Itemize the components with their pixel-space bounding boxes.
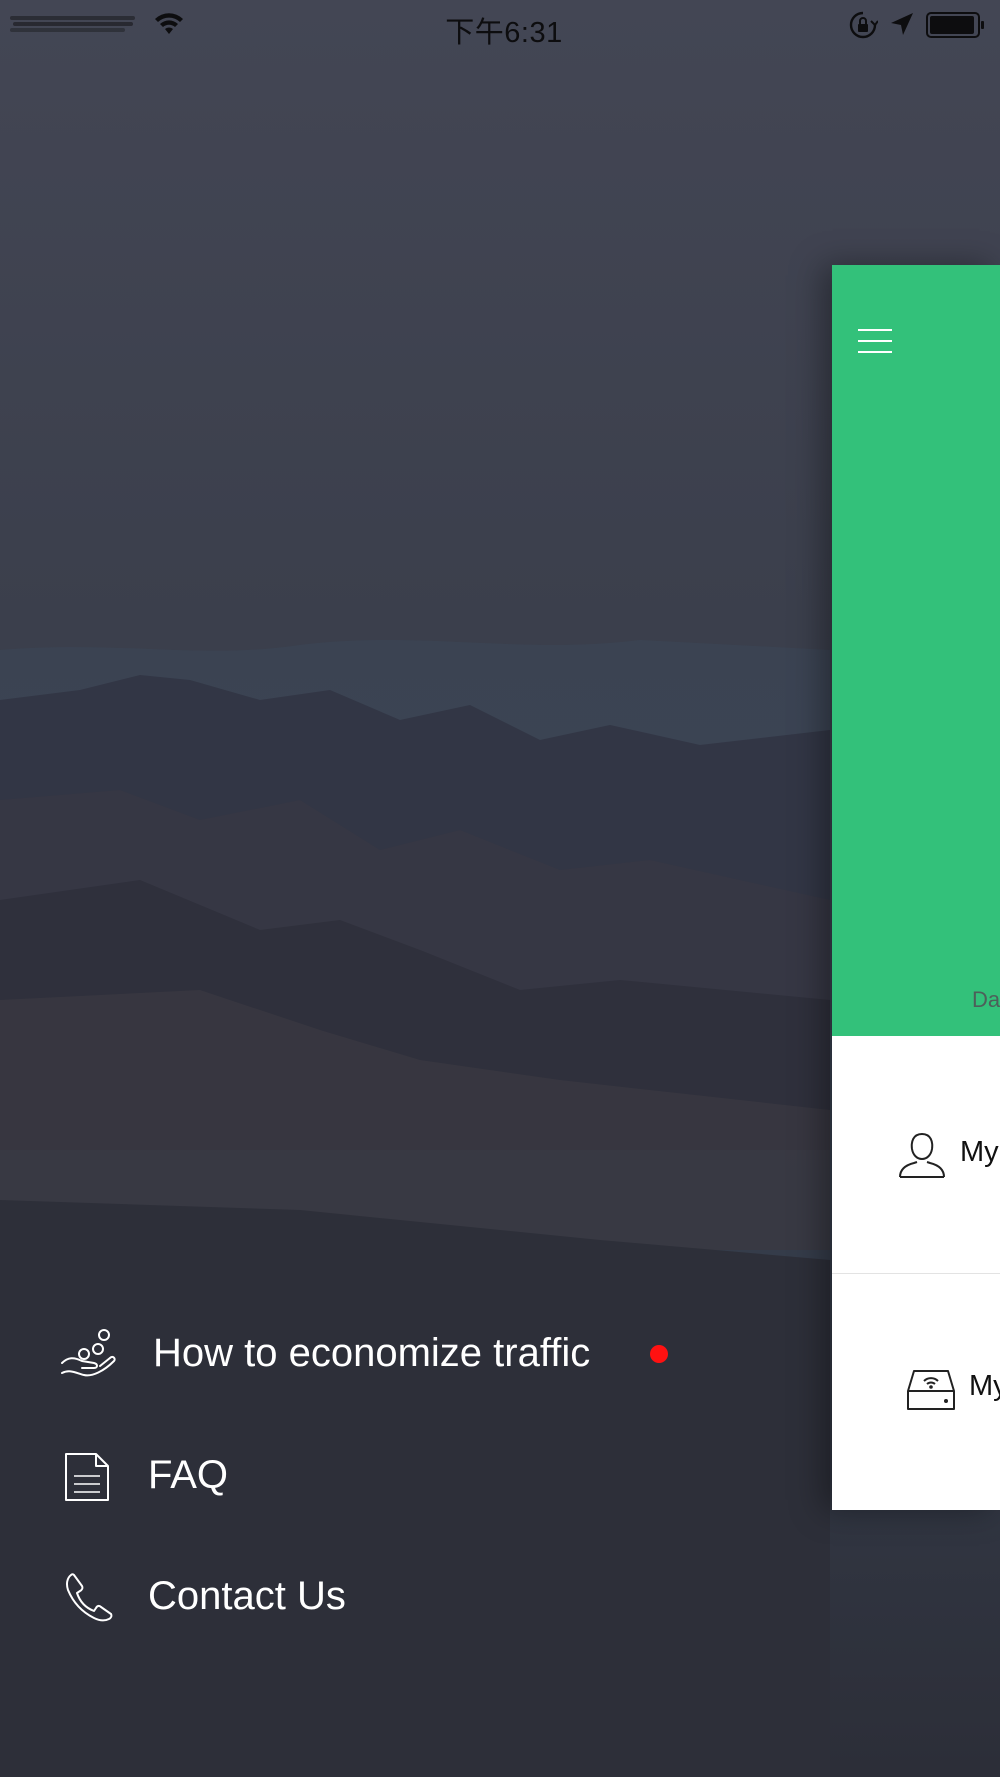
user-icon [899,1133,945,1178]
menu-item-label: Contact Us [148,1574,346,1618]
phone-icon [66,1573,113,1622]
unread-dot [650,1345,668,1363]
status-bar: 下午6:31 [0,0,1000,50]
hand-coins-icon [61,1329,116,1377]
row-label: My [969,1370,1000,1402]
hamburger-line [858,329,892,331]
menu-item-faq[interactable]: FAQ [0,1435,830,1525]
hamburger-line [858,340,892,342]
header-caption: Da [972,987,1000,1012]
document-icon [65,1453,109,1501]
battery-icon [926,12,984,38]
location-icon [891,13,913,35]
row-label: My [960,1136,999,1168]
rotation-lock-icon [849,11,878,39]
menu-item-contact-us[interactable]: Contact Us [0,1556,830,1646]
hamburger-menu-button[interactable] [856,323,896,359]
menu-item-label: FAQ [148,1453,229,1497]
main-row-router[interactable]: My [832,1274,1000,1510]
main-header: Da [832,265,1000,1036]
main-content-panel[interactable]: Da My My [832,265,1000,1510]
router-icon [907,1370,955,1410]
menu-item-economize-traffic[interactable]: How to economize traffic [0,1315,830,1405]
hamburger-line [858,351,892,353]
menu-item-label: How to economize traffic [153,1331,591,1375]
main-row-account[interactable]: My [832,1036,1000,1274]
